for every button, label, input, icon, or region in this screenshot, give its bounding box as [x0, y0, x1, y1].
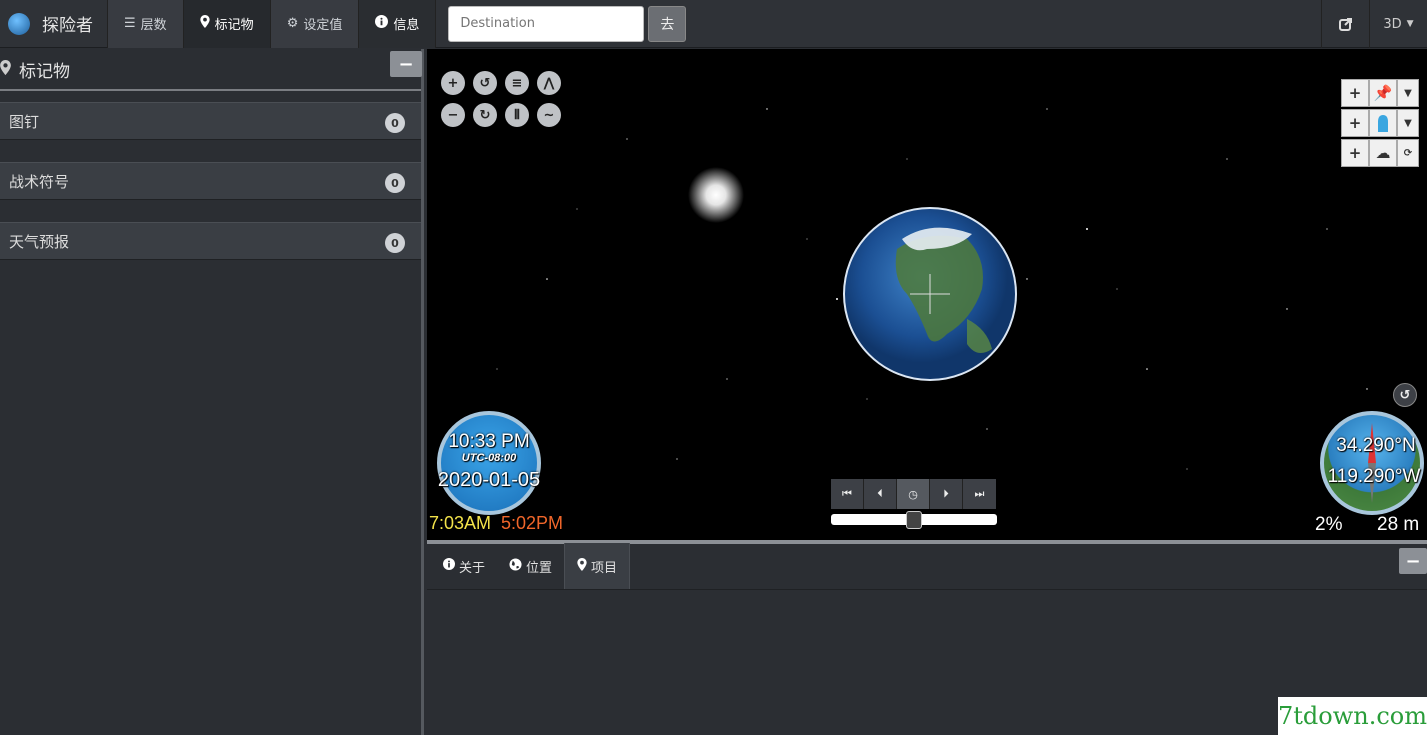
add-tools: + 📌 ▼ + ▼ + ☁ ⟳ [1341, 79, 1419, 169]
tilt-up-button[interactable]: ≡ [505, 71, 529, 95]
map-marker-icon [0, 59, 11, 79]
zoom-out-button[interactable]: − [441, 103, 465, 127]
clock-time: 10:33 PM [448, 431, 530, 452]
go-button[interactable]: 去 [648, 5, 687, 42]
map-marker-icon [577, 557, 587, 575]
latitude-readout: 34.290°N [1336, 435, 1416, 456]
tab-about[interactable]: 关于 [431, 543, 497, 589]
tab-label: 标记物 [214, 18, 254, 33]
chevron-down-icon[interactable]: ▼ [1397, 79, 1419, 107]
tab-settings[interactable]: ⚙ 设定值 [270, 0, 360, 48]
altitude-readout: 28 m [1377, 514, 1420, 535]
globe-logo-icon [8, 12, 30, 35]
add-symbol-button[interactable]: + [1341, 109, 1369, 137]
slider-thumb[interactable] [906, 511, 922, 529]
top-right-tools: 3D ▼ [1321, 0, 1427, 48]
tab-label: 项目 [591, 560, 618, 576]
tab-label: 关于 [459, 560, 486, 576]
info-icon [375, 15, 389, 32]
tab-info[interactable]: 信息 [359, 0, 437, 48]
panel-collapse-button[interactable]: − [1399, 548, 1427, 574]
sidebar-collapse-button[interactable]: − [390, 51, 422, 77]
step-forward-icon[interactable]: ⏵ [930, 479, 963, 509]
group-label: 战术符号 [9, 172, 70, 191]
share-button[interactable] [1321, 0, 1369, 48]
chevron-down-icon[interactable]: ▼ [1397, 109, 1419, 137]
info-panel: 关于 位置 项目 − [427, 540, 1427, 735]
globe-viewer[interactable]: + ↺ ≡ ⋀ − ↻ ⦀ ∼ + 📌 ▼ + ▼ + ☁ ⟳ ↺ 10:33 … [427, 49, 1427, 540]
view-mode-dropdown[interactable]: 3D ▼ [1369, 0, 1427, 48]
sidebar-title: 标记物 [19, 61, 70, 82]
percent-readout: 2% [1315, 514, 1343, 535]
tab-label: 设定值 [303, 18, 343, 33]
zoom-in-button[interactable]: + [441, 71, 465, 95]
tactical-symbol-icon[interactable] [1369, 109, 1397, 137]
brand[interactable]: 探险者 [0, 0, 108, 48]
group-label: 图钉 [9, 112, 40, 131]
step-back-icon[interactable]: ⏴ [864, 479, 897, 509]
cloud-icon[interactable]: ☁ [1369, 139, 1397, 167]
info-icon [443, 558, 455, 574]
tab-label: 信息 [393, 18, 420, 33]
count-badge: 0 [385, 113, 405, 133]
count-badge: 0 [385, 233, 405, 253]
tab-label: 位置 [526, 560, 553, 576]
starfield [496, 108, 1408, 470]
sunrise-time: 7:03AM [429, 513, 492, 533]
markers-sidebar: 标记物 − 图钉 0 战术符号 0 天气预报 0 [0, 49, 424, 735]
info-tabs: 关于 位置 项目 [427, 543, 1427, 590]
tab-items[interactable]: 项目 [564, 543, 631, 589]
compass-widget[interactable] [1320, 411, 1424, 515]
refresh-icon[interactable]: ⟳ [1397, 139, 1419, 167]
longitude-readout: 119.290°W [1327, 466, 1421, 487]
group-pins[interactable]: 图钉 0 [0, 102, 421, 140]
map-marker-icon [200, 15, 210, 32]
tab-label: 层数 [140, 18, 167, 33]
skip-back-icon[interactable]: ⏮ [831, 479, 864, 509]
rotate-right-button[interactable]: ↻ [473, 103, 497, 127]
sidebar-header: 标记物 − [0, 49, 422, 91]
count-badge: 0 [385, 173, 405, 193]
globe-icon [509, 557, 522, 575]
top-navbar: 探险者 ☰ 层数 标记物 ⚙ 设定值 信息 去 3D ▼ [0, 0, 1427, 48]
compass-needle [1368, 423, 1376, 503]
timeline-controls: ⏮ ⏴ ◷ ⏵ ⏭ [831, 479, 996, 509]
share-icon [1338, 18, 1352, 31]
tab-location[interactable]: 位置 [497, 543, 564, 589]
chevron-down-icon: ▼ [1406, 19, 1414, 29]
app-title: 探险者 [42, 16, 93, 36]
clock-date: 2020-01-05 [437, 469, 541, 491]
add-weather-button[interactable]: + [1341, 139, 1369, 167]
group-weather[interactable]: 天气预报 0 [0, 222, 421, 260]
clock-timezone: UTC-08:00 [461, 452, 517, 464]
clock-icon[interactable]: ◷ [897, 479, 930, 509]
timeline-slider[interactable] [831, 511, 997, 529]
reset-view-button[interactable]: ↺ [1393, 383, 1417, 407]
add-pin-button[interactable]: + [1341, 79, 1369, 107]
pushpin-icon[interactable]: 📌 [1369, 79, 1397, 107]
view-mode-label: 3D [1383, 16, 1402, 32]
tab-layers[interactable]: ☰ 层数 [108, 0, 184, 48]
gear-icon: ⚙ [286, 16, 299, 31]
rotate-left-button[interactable]: ↺ [473, 71, 497, 95]
terrain-down-button[interactable]: ∼ [537, 103, 561, 127]
list-icon: ☰ [124, 16, 136, 31]
group-tactical-symbols[interactable]: 战术符号 0 [0, 162, 421, 200]
watermark: 7tdown.com [1278, 697, 1427, 735]
terrain-up-button[interactable]: ⋀ [537, 71, 561, 95]
sunset-time: 5:02PM [501, 513, 564, 533]
sun [688, 167, 744, 223]
tilt-down-button[interactable]: ⦀ [505, 103, 529, 127]
group-label: 天气预报 [9, 232, 70, 251]
skip-forward-icon[interactable]: ⏭ [963, 479, 996, 509]
destination-input[interactable] [448, 5, 645, 42]
tab-markers[interactable]: 标记物 [183, 0, 271, 48]
